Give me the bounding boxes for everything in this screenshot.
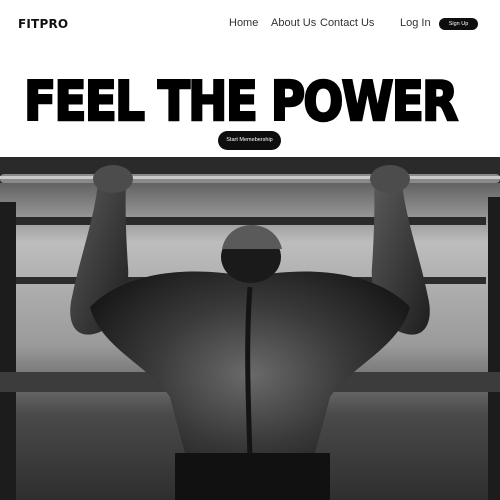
brand-logo[interactable]: FITPRO: [18, 17, 68, 31]
start-membership-button[interactable]: Start Memebership: [218, 131, 281, 150]
nav-link-contact[interactable]: Contact Us: [320, 17, 374, 29]
nav-link-about[interactable]: About Us: [271, 17, 316, 29]
hero-photo: [0, 157, 500, 500]
hero-headline: FEEL THE POWER: [23, 69, 459, 135]
site-header: FITPRO Home About Us Contact Us Log In S…: [0, 0, 500, 50]
signup-button[interactable]: Sign Up: [439, 18, 478, 30]
nav-link-home[interactable]: Home: [229, 17, 258, 29]
login-link[interactable]: Log In: [400, 17, 431, 29]
